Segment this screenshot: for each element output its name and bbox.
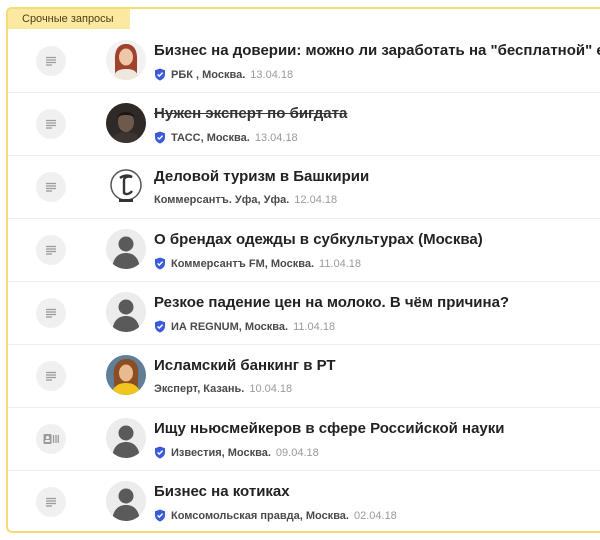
request-meta: Известия, Москва. 09.04.18 — [154, 446, 319, 459]
document-lines-icon[interactable] — [36, 298, 66, 328]
request-title[interactable]: Резкое падение цен на молоко. В чём прич… — [154, 294, 509, 311]
request-row[interactable]: Исламский банкинг в РТ Эксперт, Казань. 10… — [8, 345, 600, 408]
request-title[interactable]: Исламский банкинг в РТ — [154, 357, 336, 374]
request-date: 13.04.18 — [254, 131, 298, 144]
request-row[interactable]: Деловой туризм в Башкирии Коммерсантъ. Уф… — [8, 156, 600, 219]
document-lines-icon[interactable] — [36, 235, 66, 265]
verified-icon — [155, 320, 165, 333]
request-row[interactable]: Ищу ньюсмейкеров в сфере Российской наук… — [8, 408, 600, 471]
request-row[interactable]: О брендах одежды в субкультурах (Москва)… — [8, 219, 600, 282]
request-row[interactable]: Бизнес на котиках Комсомольская правда, М… — [8, 471, 600, 531]
request-source: ТАСС, Москва. — [171, 131, 250, 144]
avatar — [106, 355, 146, 395]
request-source: ИА REGNUM, Москва. — [171, 320, 289, 333]
request-row[interactable]: Резкое падение цен на молоко. В чём прич… — [8, 282, 600, 345]
request-title[interactable]: О брендах одежды в субкультурах (Москва) — [154, 231, 483, 248]
request-meta: ИА REGNUM, Москва. 11.04.18 — [154, 320, 335, 333]
verified-icon — [155, 509, 165, 522]
avatar — [106, 418, 146, 458]
request-row[interactable]: Нужен эксперт по бигдата ТАСС, Москва. 13.… — [8, 93, 600, 156]
verified-icon — [155, 131, 165, 144]
request-date: 11.04.18 — [293, 320, 336, 333]
request-title[interactable]: Нужен эксперт по бигдата — [154, 105, 347, 122]
publisher-logo — [106, 166, 146, 206]
request-date: 09.04.18 — [275, 446, 319, 459]
request-meta: Комсомольская правда, Москва. 02.04.18 — [154, 509, 397, 522]
request-title[interactable]: Деловой туризм в Башкирии — [154, 168, 369, 185]
request-meta: Коммерсантъ. Уфа, Уфа. 12.04.18 — [154, 194, 337, 206]
urgent-requests-tag: Срочные запросы — [6, 7, 130, 29]
verified-icon — [155, 257, 165, 270]
request-date: 13.04.18 — [250, 68, 294, 81]
document-lines-icon[interactable] — [36, 46, 66, 76]
verified-icon — [155, 68, 165, 81]
request-row[interactable]: Бизнес на доверии: можно ли заработать н… — [8, 30, 600, 93]
request-title[interactable]: Ищу ньюсмейкеров в сфере Российской наук… — [154, 420, 504, 437]
document-lines-icon[interactable] — [36, 109, 66, 139]
avatar — [106, 40, 146, 80]
request-meta: ТАСС, Москва. 13.04.18 — [154, 131, 298, 144]
request-title[interactable]: Бизнес на доверии: можно ли заработать н… — [154, 42, 600, 59]
request-date: 02.04.18 — [353, 509, 397, 522]
request-source: Комсомольская правда, Москва. — [171, 509, 349, 522]
request-title[interactable]: Бизнес на котиках — [154, 483, 290, 500]
avatar — [106, 229, 146, 269]
document-lines-icon[interactable] — [36, 487, 66, 517]
request-source: Известия, Москва. — [171, 446, 271, 459]
avatar — [106, 481, 146, 521]
request-meta: Коммерсантъ FM, Москва. 11.04.18 — [154, 257, 361, 270]
request-source: Коммерсантъ. Уфа, Уфа. — [154, 194, 290, 206]
request-date: 11.04.18 — [319, 257, 362, 270]
request-meta: Эксперт, Казань. 10.04.18 — [154, 383, 292, 395]
avatar — [106, 103, 146, 143]
request-source: РБК , Москва. — [171, 68, 246, 81]
urgent-requests-panel: Бизнес на доверии: можно ли заработать н… — [6, 7, 600, 533]
contact-card-icon[interactable] — [36, 424, 66, 454]
request-meta: РБК , Москва. 13.04.18 — [154, 68, 293, 81]
document-lines-icon[interactable] — [36, 172, 66, 202]
request-source: Коммерсантъ FM, Москва. — [171, 257, 315, 270]
verified-icon — [155, 446, 165, 459]
request-source: Эксперт, Казань. — [154, 383, 245, 395]
request-date: 10.04.18 — [249, 383, 293, 395]
document-lines-icon[interactable] — [36, 361, 66, 391]
request-date: 12.04.18 — [294, 194, 338, 206]
avatar — [106, 292, 146, 332]
